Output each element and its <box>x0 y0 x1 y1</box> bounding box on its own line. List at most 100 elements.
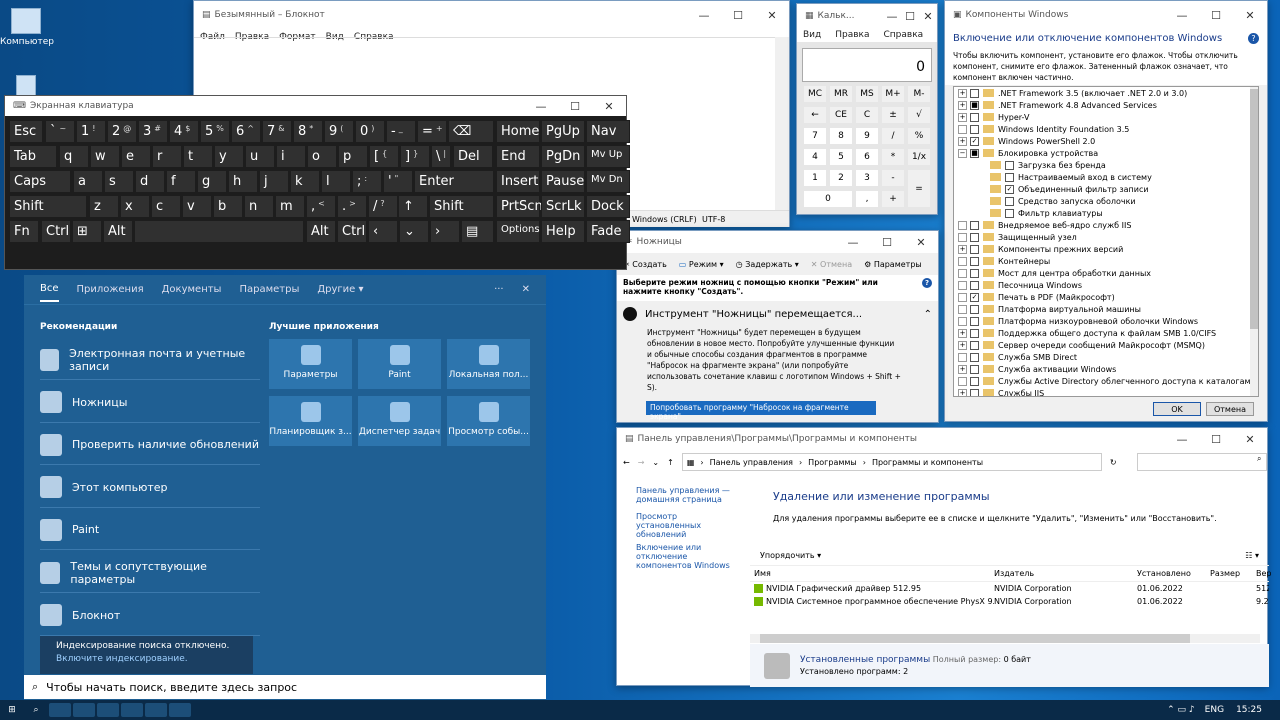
chevron-down-icon[interactable]: ⌄ <box>652 458 659 467</box>
mode-button[interactable]: ▭ Режим ▾ <box>679 260 724 269</box>
feature-item[interactable]: + Hyper-V <box>954 111 1258 123</box>
key[interactable]: b <box>213 195 243 218</box>
feature-item[interactable]: − ■ Блокировка устройства <box>954 147 1258 159</box>
minimize-button[interactable]: — <box>687 9 721 22</box>
key[interactable]: Tab <box>9 145 57 168</box>
feature-checkbox[interactable] <box>970 232 979 242</box>
feature-item[interactable]: + ✓ Windows PowerShell 2.0 <box>954 135 1258 147</box>
key[interactable]: q <box>59 145 89 168</box>
key[interactable]: ]} <box>400 145 430 168</box>
scrollbar[interactable] <box>750 634 1260 643</box>
side-link-home[interactable]: Панель управления — домашняя страница <box>636 486 736 504</box>
key[interactable]: c <box>151 195 181 218</box>
tray-icons[interactable]: ⌃ ▭ ♪ <box>1167 705 1195 715</box>
taskbar-app-notepad[interactable] <box>73 703 95 717</box>
key[interactable]: ⊞ <box>72 220 102 243</box>
calc-key[interactable]: 9 <box>855 127 879 145</box>
taskbar-app-calculator[interactable] <box>121 703 143 717</box>
cancel-button[interactable]: ✕ Отмена <box>811 260 852 269</box>
key[interactable]: Nav <box>586 120 630 143</box>
feature-item[interactable]: ✓ Печать в PDF (Майкрософт) <box>954 291 1258 303</box>
key[interactable]: Shift <box>9 195 87 218</box>
key[interactable]: p <box>338 145 368 168</box>
feature-checkbox[interactable] <box>970 88 979 98</box>
taskbar-app-features[interactable] <box>145 703 167 717</box>
recommendation-item[interactable]: Темы и сопутствующие параметры <box>40 553 260 593</box>
key[interactable]: 5% <box>200 120 230 143</box>
desktop-icon-computer[interactable]: Компьютер <box>0 8 54 47</box>
breadcrumb[interactable]: ▦ › Панель управления › Программы › Программы … <box>681 453 1102 471</box>
key[interactable]: Ctrl <box>337 220 367 243</box>
key[interactable]: ▤ <box>461 220 494 243</box>
feature-item[interactable]: Контейнеры <box>954 255 1258 267</box>
expand-toggle[interactable]: + <box>958 88 967 98</box>
feature-checkbox[interactable] <box>970 112 979 122</box>
app-tile[interactable]: Paint <box>358 339 441 389</box>
key[interactable]: d <box>135 170 165 193</box>
calc-key[interactable]: 3 <box>855 169 879 187</box>
app-tile[interactable]: Планировщик з... <box>269 396 352 446</box>
key[interactable]: m <box>275 195 305 218</box>
feature-item[interactable]: + Поддержка общего доступа к файлам SMB 1… <box>954 327 1258 339</box>
feature-checkbox[interactable]: ■ <box>970 148 979 158</box>
key[interactable]: PrtScn <box>496 195 543 218</box>
column-header[interactable]: Размер <box>1210 569 1256 578</box>
expand-toggle[interactable]: + <box>958 112 967 122</box>
feature-item[interactable]: Windows Identity Foundation 3.5 <box>954 123 1258 135</box>
key[interactable]: Home <box>496 120 540 143</box>
feature-checkbox[interactable] <box>1005 160 1014 170</box>
key[interactable]: y <box>214 145 244 168</box>
tab-apps[interactable]: Приложения <box>77 284 144 295</box>
key[interactable]: ;: <box>352 170 382 193</box>
maximize-button[interactable]: ☐ <box>721 9 755 22</box>
key[interactable]: Pause <box>541 170 585 193</box>
feature-checkbox[interactable] <box>970 340 979 350</box>
expand-toggle[interactable] <box>958 256 967 266</box>
minimize-button[interactable]: — <box>1165 433 1199 446</box>
expand-toggle[interactable]: + <box>958 244 967 254</box>
key[interactable] <box>134 220 304 243</box>
key[interactable]: /? <box>368 195 398 218</box>
feature-checkbox[interactable] <box>970 220 979 230</box>
memory-key[interactable]: MR <box>829 85 853 103</box>
expand-toggle[interactable] <box>958 268 967 278</box>
key[interactable]: 8 * <box>293 120 323 143</box>
key[interactable]: u <box>245 145 275 168</box>
language-indicator[interactable]: ENG <box>1205 705 1224 715</box>
key[interactable]: o <box>307 145 337 168</box>
close-button[interactable]: ✕ <box>755 9 789 22</box>
feature-checkbox[interactable] <box>970 316 979 326</box>
scrollbar[interactable] <box>1250 87 1258 396</box>
app-tile[interactable]: Просмотр собы... <box>447 396 530 446</box>
feature-checkbox[interactable] <box>1005 208 1014 218</box>
memory-key[interactable]: MS <box>855 85 879 103</box>
options-button[interactable]: ⚙ Параметры <box>864 260 922 269</box>
taskbar-app-osk[interactable] <box>49 703 71 717</box>
expand-toggle[interactable]: + <box>958 100 967 110</box>
side-link-updates[interactable]: Просмотр установленных обновлений <box>636 512 736 539</box>
feature-checkbox[interactable] <box>970 304 979 314</box>
key[interactable]: j <box>259 170 289 193</box>
menu-item[interactable]: Вид <box>803 30 821 40</box>
calc-key[interactable]: 8 <box>829 127 853 145</box>
feature-item[interactable]: + .NET Framework 3.5 (включает .NET 2.0 и… <box>954 87 1258 99</box>
expand-toggle[interactable] <box>958 124 967 134</box>
maximize-button[interactable]: ☐ <box>1199 433 1233 446</box>
recommendation-item[interactable]: Электронная почта и учетные записи <box>40 340 260 380</box>
feature-checkbox[interactable] <box>970 328 979 338</box>
key[interactable]: t <box>183 145 213 168</box>
feature-item[interactable]: Песочница Windows <box>954 279 1258 291</box>
key[interactable]: 0) <box>355 120 385 143</box>
expand-toggle[interactable]: − <box>958 148 967 158</box>
feature-checkbox[interactable] <box>970 280 979 290</box>
feature-checkbox[interactable] <box>970 352 979 362</box>
key[interactable]: ScrLk <box>541 195 585 218</box>
tab-documents[interactable]: Документы <box>162 284 222 295</box>
key[interactable]: , < <box>306 195 336 218</box>
recommendation-item[interactable]: Блокнот <box>40 596 260 636</box>
key[interactable]: f <box>166 170 196 193</box>
table-row[interactable]: NVIDIA Системное программное обеспечение… <box>750 595 1269 608</box>
calc-key[interactable]: CE <box>829 106 853 124</box>
organize-button[interactable]: Упорядочить ▾ <box>760 551 821 560</box>
forward-icon[interactable]: → <box>638 458 645 467</box>
